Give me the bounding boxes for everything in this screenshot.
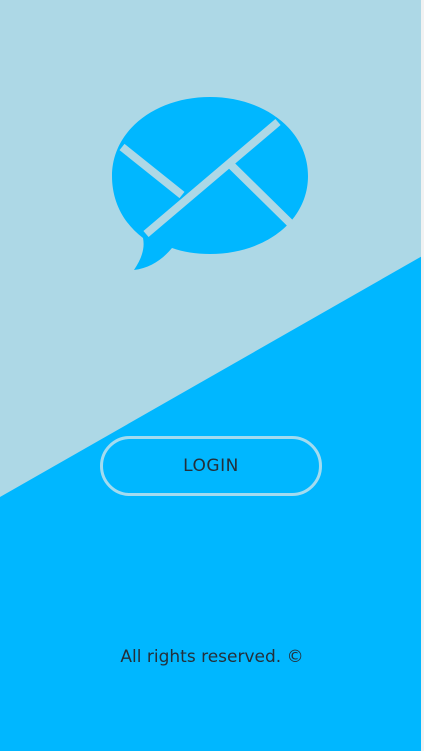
login-button[interactable]: LOGIN <box>100 436 322 496</box>
chat-envelope-icon <box>112 97 308 270</box>
footer-copyright: All rights reserved. © <box>120 647 304 667</box>
login-screen: LOGIN All rights reserved. © <box>0 0 424 751</box>
